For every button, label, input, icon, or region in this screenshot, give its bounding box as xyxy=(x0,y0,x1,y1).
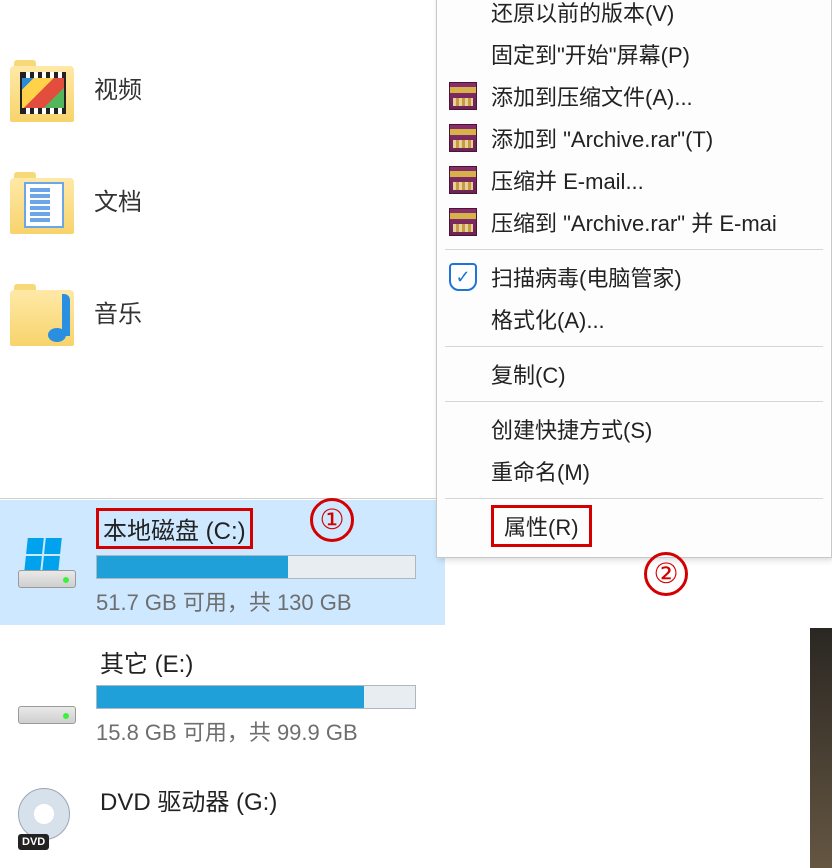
context-menu: 还原以前的版本(V) 固定到"开始"屏幕(P) 添加到压缩文件(A)... 添加… xyxy=(436,0,832,558)
menu-item-properties[interactable]: 属性(R) xyxy=(437,505,831,547)
menu-item-compress-and-email[interactable]: 压缩并 E-mail... xyxy=(437,159,831,201)
menu-separator xyxy=(445,249,823,250)
annotation-1: ① xyxy=(310,498,354,542)
menu-item-restore-previous[interactable]: 还原以前的版本(V) xyxy=(437,0,831,33)
drive-label: 其它 (E:) xyxy=(96,644,197,679)
library-item-music[interactable]: 音乐 xyxy=(10,290,142,346)
drive-label: 本地磁盘 (C:) xyxy=(96,508,253,549)
library-label: 文档 xyxy=(94,182,142,217)
menu-item-pin-to-start[interactable]: 固定到"开始"屏幕(P) xyxy=(437,33,831,75)
menu-separator xyxy=(445,498,823,499)
folder-icon xyxy=(10,178,74,234)
menu-separator xyxy=(445,401,823,402)
rar-icon xyxy=(449,166,477,194)
annotation-2: ② xyxy=(644,552,688,596)
menu-separator xyxy=(445,346,823,347)
capacity-bar xyxy=(96,685,416,709)
dvd-icon: DVD xyxy=(18,788,76,846)
rar-icon xyxy=(449,208,477,236)
capacity-text: 15.8 GB 可用，共 99.9 GB xyxy=(96,715,437,747)
menu-item-compress-named-and-email[interactable]: 压缩到 "Archive.rar" 并 E-mai xyxy=(437,201,831,243)
rar-icon xyxy=(449,124,477,152)
menu-item-format[interactable]: 格式化(A)... xyxy=(437,298,831,340)
menu-item-copy[interactable]: 复制(C) xyxy=(437,353,831,395)
library-item-video[interactable]: 视频 xyxy=(10,66,142,122)
menu-item-rename[interactable]: 重命名(M) xyxy=(437,450,831,492)
capacity-bar xyxy=(96,555,416,579)
drive-label: DVD 驱动器 (G:) xyxy=(96,782,281,817)
capacity-text: 51.7 GB 可用，共 130 GB xyxy=(96,585,437,617)
menu-item-add-to-archive-named[interactable]: 添加到 "Archive.rar"(T) xyxy=(437,117,831,159)
folder-icon xyxy=(10,66,74,122)
drive-item-e[interactable]: 其它 (E:) 15.8 GB 可用，共 99.9 GB xyxy=(0,636,445,755)
drive-icon xyxy=(18,674,76,724)
menu-item-add-to-archive[interactable]: 添加到压缩文件(A)... xyxy=(437,75,831,117)
rar-icon xyxy=(449,82,477,110)
library-label: 视频 xyxy=(94,70,142,105)
drive-item-g[interactable]: DVD DVD 驱动器 (G:) xyxy=(0,774,445,854)
library-label: 音乐 xyxy=(94,294,142,329)
right-edge-sliver xyxy=(810,628,832,868)
library-item-documents[interactable]: 文档 xyxy=(10,178,142,234)
shield-icon xyxy=(449,263,477,291)
menu-item-scan-virus[interactable]: 扫描病毒(电脑管家) xyxy=(437,256,831,298)
folder-icon xyxy=(10,290,74,346)
drive-icon xyxy=(18,538,76,588)
drive-item-c[interactable]: 本地磁盘 (C:) 51.7 GB 可用，共 130 GB xyxy=(0,500,445,625)
menu-item-create-shortcut[interactable]: 创建快捷方式(S) xyxy=(437,408,831,450)
